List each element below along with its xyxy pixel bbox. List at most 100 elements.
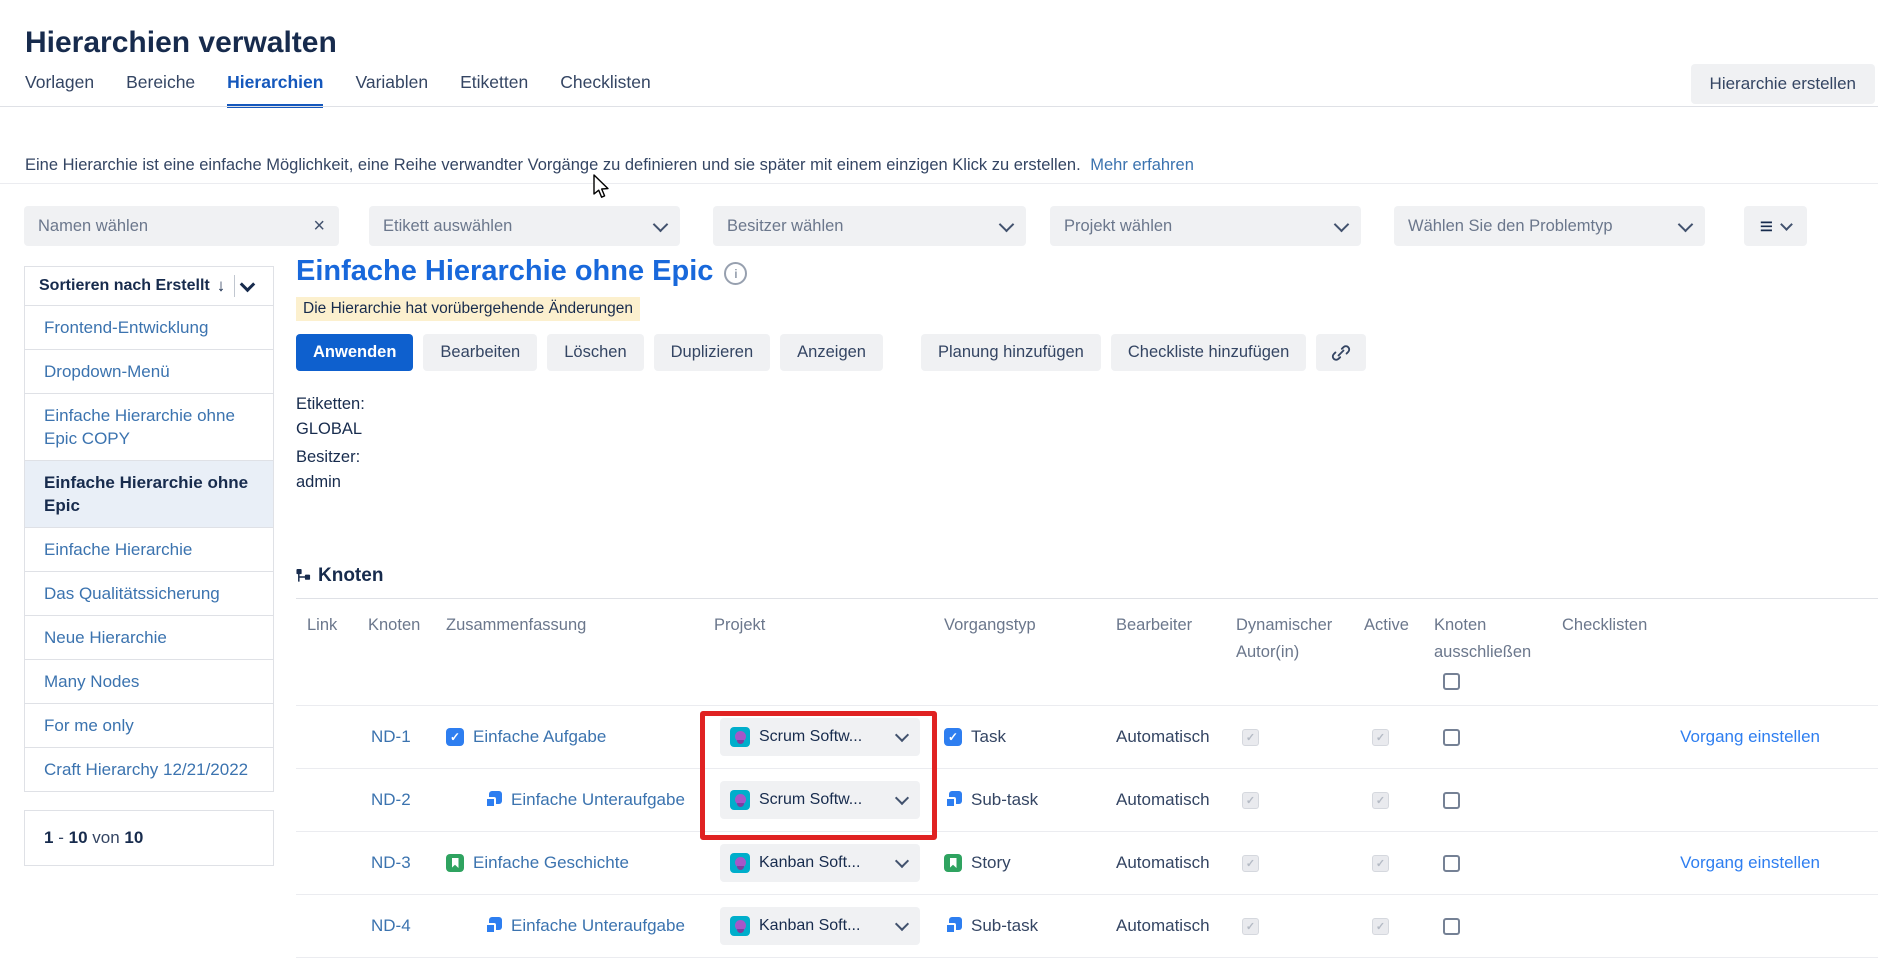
- apply-button[interactable]: Anwenden: [296, 334, 413, 371]
- learn-more-link[interactable]: Mehr erfahren: [1090, 156, 1194, 174]
- assignee-cell: Automatisch: [1108, 727, 1228, 747]
- exclude-node-checkbox[interactable]: [1443, 918, 1460, 935]
- project-cell: Scrum Softw...: [706, 781, 936, 819]
- project-filter-placeholder: Projekt wählen: [1064, 217, 1172, 236]
- project-select[interactable]: Kanban Soft...: [720, 907, 920, 945]
- dynamic-author-cell: [1228, 918, 1356, 935]
- dynamic-author-cell: [1228, 729, 1356, 746]
- set-issue-link[interactable]: Vorgang einstellen: [1680, 853, 1820, 872]
- project-filter-select[interactable]: Projekt wählen: [1050, 206, 1361, 246]
- filter-menu-button[interactable]: ≡: [1744, 206, 1807, 246]
- sidebar-hierarchy-item[interactable]: Many Nodes: [25, 659, 273, 703]
- owner-filter-placeholder: Besitzer wählen: [727, 217, 843, 236]
- hamburger-icon: ≡: [1760, 215, 1773, 238]
- chevron-down-icon: [895, 728, 909, 742]
- sidebar-item-label: Das Qualitätssicherung: [44, 584, 220, 603]
- summary-link[interactable]: Einfache Geschichte: [473, 853, 629, 873]
- edit-button[interactable]: Bearbeiten: [423, 334, 537, 371]
- exclude-cell: [1426, 918, 1554, 935]
- tab-vorlagen[interactable]: Vorlagen: [25, 72, 94, 108]
- project-select[interactable]: Scrum Softw...: [720, 781, 920, 819]
- exclude-node-checkbox[interactable]: [1443, 729, 1460, 746]
- nodes-section-header: Knoten: [296, 565, 1878, 587]
- issuetype-cell: Story: [936, 853, 1108, 873]
- active-cell: [1356, 729, 1426, 746]
- label-filter-select[interactable]: Etikett auswählen: [369, 206, 680, 246]
- summary-link[interactable]: Einfache Aufgabe: [473, 727, 606, 747]
- active-checkbox: [1372, 855, 1389, 872]
- tab-variablen[interactable]: Variablen: [355, 72, 428, 108]
- project-cell: Kanban Soft...: [706, 844, 936, 882]
- tab-bereiche[interactable]: Bereiche: [126, 72, 195, 108]
- hierarchy-sidebar: Sortieren nach Erstellt ↓ Frontend-Entwi…: [24, 266, 274, 866]
- sidebar-hierarchy-item[interactable]: Dropdown-Menü: [25, 349, 273, 393]
- show-button[interactable]: Anzeigen: [780, 334, 883, 371]
- link-icon: [1331, 343, 1351, 363]
- sort-direction-icon[interactable]: ↓: [217, 276, 226, 296]
- exclude-all-checkbox[interactable]: [1443, 673, 1460, 690]
- issue-type-icon: [484, 917, 502, 935]
- add-planning-button[interactable]: Planung hinzufügen: [921, 334, 1101, 371]
- delete-button[interactable]: Löschen: [547, 334, 643, 371]
- hierarchy-title-row: Einfache Hierarchie ohne Epic i: [296, 255, 1878, 288]
- action-bar: Anwenden Bearbeiten Löschen Duplizieren …: [296, 334, 1878, 371]
- node-key[interactable]: ND-1: [360, 727, 438, 747]
- project-select[interactable]: Scrum Softw...: [720, 718, 920, 756]
- add-checklist-button[interactable]: Checkliste hinzufügen: [1111, 334, 1306, 371]
- project-select[interactable]: Kanban Soft...: [720, 844, 920, 882]
- checklist-cell: Vorgang einstellen: [1554, 853, 1878, 873]
- active-cell: [1356, 918, 1426, 935]
- col-summary: Zusammenfassung: [438, 612, 706, 690]
- dynamic-author-checkbox: [1242, 918, 1259, 935]
- sidebar-hierarchy-item[interactable]: Craft Hierarchy 12/21/2022: [25, 747, 273, 791]
- exclude-node-checkbox[interactable]: [1443, 855, 1460, 872]
- owner-value: admin: [296, 470, 1878, 495]
- sidebar-hierarchy-item[interactable]: Einfache Hierarchie: [25, 527, 273, 571]
- labels-value: GLOBAL: [296, 417, 1878, 442]
- create-hierarchy-button[interactable]: Hierarchie erstellen: [1691, 64, 1875, 104]
- exclude-cell: [1426, 729, 1554, 746]
- sidebar-item-label: Einfache Hierarchie: [44, 540, 192, 559]
- tab-bar: Vorlagen Bereiche Hierarchien Variablen …: [25, 72, 651, 108]
- nodes-table-header: Link Knoten Zusammenfassung Projekt Vorg…: [296, 612, 1878, 690]
- clear-icon[interactable]: ×: [313, 216, 325, 236]
- chevron-down-icon: [895, 917, 909, 931]
- tab-checklisten[interactable]: Checklisten: [560, 72, 650, 108]
- name-filter-input[interactable]: Namen wählen ×: [24, 206, 339, 246]
- node-key[interactable]: ND-2: [360, 790, 438, 810]
- exclude-cell: [1426, 855, 1554, 872]
- chevron-down-icon: [1780, 218, 1793, 231]
- sidebar-hierarchy-item[interactable]: Das Qualitätssicherung: [25, 571, 273, 615]
- chevron-down-icon[interactable]: [240, 277, 256, 293]
- sidebar-hierarchy-item[interactable]: Einfache Hierarchie ohne Epic: [25, 460, 273, 527]
- node-key[interactable]: ND-4: [360, 916, 438, 936]
- sidebar-hierarchy-item[interactable]: For me only: [25, 703, 273, 747]
- duplicate-button[interactable]: Duplizieren: [654, 334, 771, 371]
- issuetype-filter-select[interactable]: Wählen Sie den Problemtyp: [1394, 206, 1705, 246]
- issue-type-icon: [944, 917, 962, 935]
- chevron-down-icon: [1334, 216, 1350, 232]
- pagination: 1 - 10 von 10: [24, 810, 274, 866]
- sidebar-hierarchy-item[interactable]: Einfache Hierarchie ohne Epic COPY: [25, 393, 273, 460]
- set-issue-link[interactable]: Vorgang einstellen: [1680, 727, 1820, 746]
- sidebar-item-label: Einfache Hierarchie ohne Epic COPY: [44, 406, 235, 448]
- info-icon[interactable]: i: [724, 262, 747, 285]
- sidebar-hierarchy-item[interactable]: Neue Hierarchie: [25, 615, 273, 659]
- tab-etiketten[interactable]: Etiketten: [460, 72, 528, 108]
- summary-link[interactable]: Einfache Unteraufgabe: [511, 790, 685, 810]
- exclude-node-checkbox[interactable]: [1443, 792, 1460, 809]
- owner-filter-select[interactable]: Besitzer wählen: [713, 206, 1026, 246]
- tab-hierarchien[interactable]: Hierarchien: [227, 72, 323, 108]
- copy-link-button[interactable]: [1316, 334, 1366, 371]
- col-issuetype: Vorgangstyp: [936, 612, 1108, 690]
- issuetype-label: Sub-task: [971, 790, 1038, 810]
- sort-label: Sortieren nach Erstellt: [39, 277, 210, 295]
- sidebar-hierarchy-item[interactable]: Frontend-Entwicklung: [25, 305, 273, 349]
- summary-link[interactable]: Einfache Unteraufgabe: [511, 916, 685, 936]
- issuetype-cell: Sub-task: [936, 916, 1108, 936]
- hierarchies-admin-page: Hierarchien verwalten Vorlagen Bereiche …: [0, 0, 1878, 967]
- project-select-value: Scrum Softw...: [759, 728, 862, 746]
- node-key[interactable]: ND-3: [360, 853, 438, 873]
- col-project: Projekt: [706, 612, 936, 690]
- sort-control[interactable]: Sortieren nach Erstellt ↓: [25, 267, 273, 305]
